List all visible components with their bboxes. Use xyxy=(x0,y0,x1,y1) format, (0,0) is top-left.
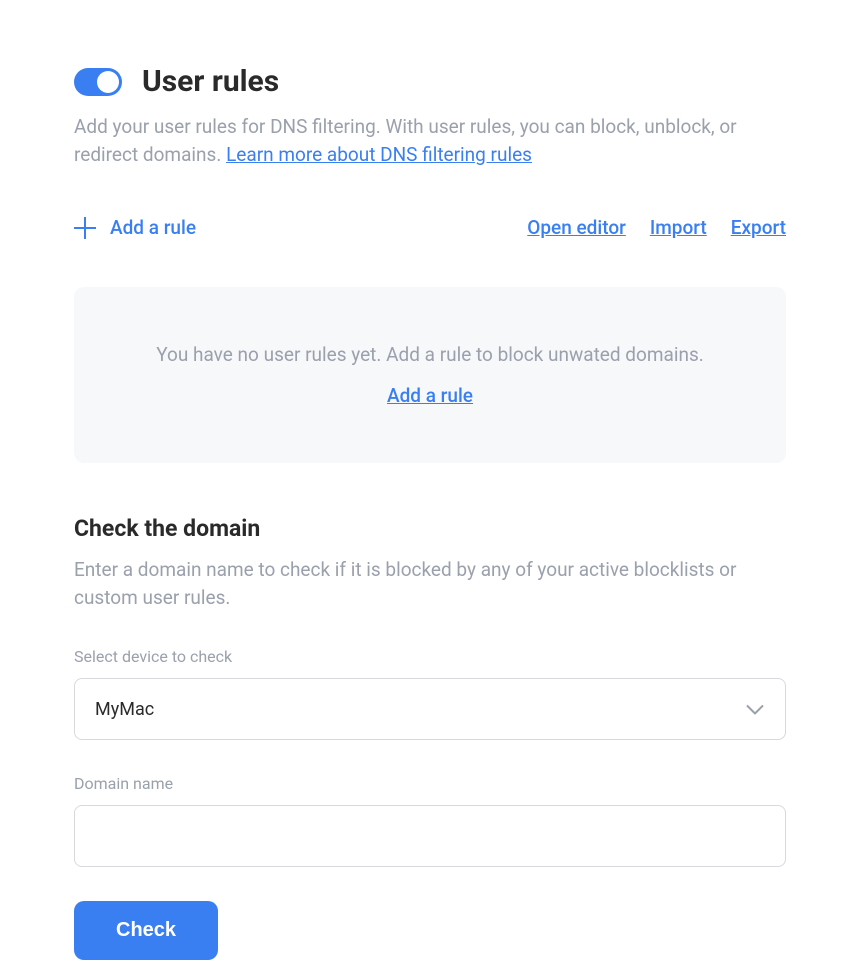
empty-state-add-rule-link[interactable]: Add a rule xyxy=(387,384,473,407)
add-rule-label: Add a rule xyxy=(110,216,196,239)
plus-icon xyxy=(74,217,96,239)
domain-input[interactable] xyxy=(74,805,786,867)
user-rules-toggle[interactable] xyxy=(74,68,122,96)
export-link[interactable]: Export xyxy=(731,216,786,239)
empty-state: You have no user rules yet. Add a rule t… xyxy=(74,287,786,463)
import-link[interactable]: Import xyxy=(650,216,707,239)
page-description: Add your user rules for DNS filtering. W… xyxy=(74,113,786,168)
check-domain-title: Check the domain xyxy=(74,515,786,542)
domain-input-label: Domain name xyxy=(74,774,786,793)
device-select-label: Select device to check xyxy=(74,647,786,666)
page-title: User rules xyxy=(142,64,279,99)
open-editor-link[interactable]: Open editor xyxy=(527,216,626,239)
toggle-knob xyxy=(97,71,119,93)
device-select-value: MyMac xyxy=(95,699,154,720)
check-domain-description: Enter a domain name to check if it is bl… xyxy=(74,556,786,611)
empty-state-message: You have no user rules yet. Add a rule t… xyxy=(114,343,746,366)
device-select[interactable]: MyMac xyxy=(74,678,786,740)
learn-more-link[interactable]: Learn more about DNS filtering rules xyxy=(226,143,532,166)
check-button[interactable]: Check xyxy=(74,901,218,960)
add-rule-button[interactable]: Add a rule xyxy=(74,216,196,239)
